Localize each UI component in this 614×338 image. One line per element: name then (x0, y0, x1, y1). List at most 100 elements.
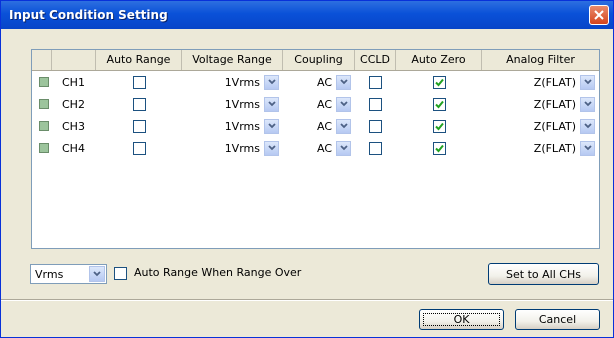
voltage-range-value: 1Vrms (224, 119, 260, 133)
auto-zero-cell (396, 93, 482, 115)
check-icon (434, 100, 444, 108)
analog-filter-value: Z(FLAT) (533, 75, 576, 89)
unit-select[interactable]: Vrms (30, 264, 107, 284)
row-indicator-icon (39, 77, 49, 87)
chevron-down-icon[interactable] (580, 96, 595, 112)
coupling-value: AC (316, 75, 332, 89)
cancel-button[interactable]: Cancel (515, 309, 600, 330)
auto-zero-checkbox[interactable] (432, 97, 446, 111)
channel-label: CH4 (62, 141, 85, 155)
auto-zero-checkbox[interactable] (432, 141, 446, 155)
voltage-range-cell[interactable]: 1Vrms (182, 137, 283, 159)
coupling-value: AC (316, 97, 332, 111)
auto-range-checkbox[interactable] (132, 97, 146, 111)
title-bar[interactable]: Input Condition Setting (1, 1, 613, 29)
chevron-down-icon[interactable] (264, 140, 279, 156)
auto-range-cell (96, 71, 182, 93)
auto-zero-checkbox[interactable] (432, 119, 446, 133)
analog-filter-cell[interactable]: Z(FLAT) (482, 115, 599, 137)
ccld-checkbox[interactable] (369, 141, 382, 155)
header-auto-zero: Auto Zero (396, 50, 482, 70)
voltage-range-cell[interactable]: 1Vrms (182, 93, 283, 115)
table-row[interactable]: CH3 1Vrms AC Z(FLAT) (32, 115, 599, 137)
ccld-cell (355, 93, 396, 115)
coupling-cell[interactable]: AC (283, 137, 355, 159)
window-title: Input Condition Setting (9, 8, 168, 22)
row-indicator-icon (39, 121, 49, 131)
header-channel (52, 50, 96, 70)
voltage-range-value: 1Vrms (224, 75, 260, 89)
chevron-down-icon[interactable] (580, 140, 595, 156)
table-row[interactable]: CH4 1Vrms AC Z(FLAT) (32, 137, 599, 159)
channel-grid[interactable]: Auto Range Voltage Range Coupling CCLD A… (31, 49, 600, 249)
chevron-down-icon[interactable] (264, 96, 279, 112)
separator (1, 299, 613, 301)
analog-filter-cell[interactable]: Z(FLAT) (482, 71, 599, 93)
coupling-cell[interactable]: AC (283, 93, 355, 115)
header-analog-filter: Analog Filter (506, 53, 575, 66)
analog-filter-cell[interactable]: Z(FLAT) (482, 137, 599, 159)
chevron-down-icon[interactable] (336, 96, 351, 112)
analog-filter-value: Z(FLAT) (533, 141, 576, 155)
header-auto-range: Auto Range (96, 50, 182, 70)
auto-range-checkbox[interactable] (132, 75, 146, 89)
chevron-down-icon[interactable] (580, 118, 595, 134)
chevron-down-icon[interactable] (336, 74, 351, 90)
ccld-cell (355, 137, 396, 159)
auto-zero-cell (396, 115, 482, 137)
header-coupling: Coupling (283, 50, 355, 70)
chevron-down-icon[interactable] (580, 74, 595, 90)
auto-zero-cell (396, 71, 482, 93)
chevron-down-icon[interactable] (264, 118, 279, 134)
close-icon (594, 10, 604, 20)
auto-range-checkbox[interactable] (132, 141, 146, 155)
grid-header: Auto Range Voltage Range Coupling CCLD A… (32, 50, 599, 71)
voltage-range-value: 1Vrms (224, 141, 260, 155)
voltage-range-cell[interactable]: 1Vrms (182, 115, 283, 137)
coupling-value: AC (316, 119, 332, 133)
chevron-down-icon[interactable] (336, 118, 351, 134)
analog-filter-cell[interactable]: Z(FLAT) (482, 93, 599, 115)
ccld-checkbox[interactable] (369, 97, 382, 111)
ok-button[interactable]: OK (419, 309, 504, 330)
auto-range-cell (96, 115, 182, 137)
chevron-down-icon[interactable] (264, 74, 279, 90)
row-indicator[interactable] (32, 115, 52, 137)
header-ccld: CCLD (355, 50, 396, 70)
chevron-down-icon[interactable] (336, 140, 351, 156)
row-indicator[interactable] (32, 93, 52, 115)
check-icon (434, 122, 444, 130)
close-button[interactable] (589, 5, 609, 25)
ccld-checkbox[interactable] (369, 75, 382, 89)
ccld-checkbox[interactable] (369, 119, 382, 133)
channel-label: CH3 (62, 119, 85, 133)
dialog-window: Input Condition Setting Auto Range Volta… (0, 0, 614, 338)
coupling-cell[interactable]: AC (283, 115, 355, 137)
check-icon (434, 144, 444, 152)
ccld-cell (355, 71, 396, 93)
row-indicator[interactable] (32, 71, 52, 93)
row-indicator-icon (39, 99, 49, 109)
channel-label: CH2 (62, 97, 85, 111)
auto-zero-checkbox[interactable] (432, 75, 446, 89)
channel-label: CH1 (62, 75, 85, 89)
voltage-range-value: 1Vrms (224, 97, 260, 111)
auto-range-checkbox[interactable] (132, 119, 146, 133)
auto-range-cell (96, 137, 182, 159)
chevron-down-icon[interactable] (89, 266, 105, 282)
row-indicator-icon (39, 143, 49, 153)
table-row[interactable]: CH1 1Vrms AC Z(FLAT) (32, 71, 599, 93)
unit-select-value: Vrms (35, 268, 64, 281)
set-to-all-chs-label: Set to All CHs (506, 267, 581, 281)
check-icon (434, 78, 444, 86)
ccld-cell (355, 115, 396, 137)
auto-range-over-label: Auto Range When Range Over (134, 266, 302, 279)
voltage-range-cell[interactable]: 1Vrms (182, 71, 283, 93)
auto-range-cell (96, 93, 182, 115)
coupling-cell[interactable]: AC (283, 71, 355, 93)
set-to-all-chs-button[interactable]: Set to All CHs (488, 263, 599, 285)
coupling-value: AC (316, 141, 332, 155)
table-row[interactable]: CH2 1Vrms AC Z(FLAT) (32, 93, 599, 115)
auto-range-over-checkbox[interactable] (114, 267, 127, 280)
row-indicator[interactable] (32, 137, 52, 159)
